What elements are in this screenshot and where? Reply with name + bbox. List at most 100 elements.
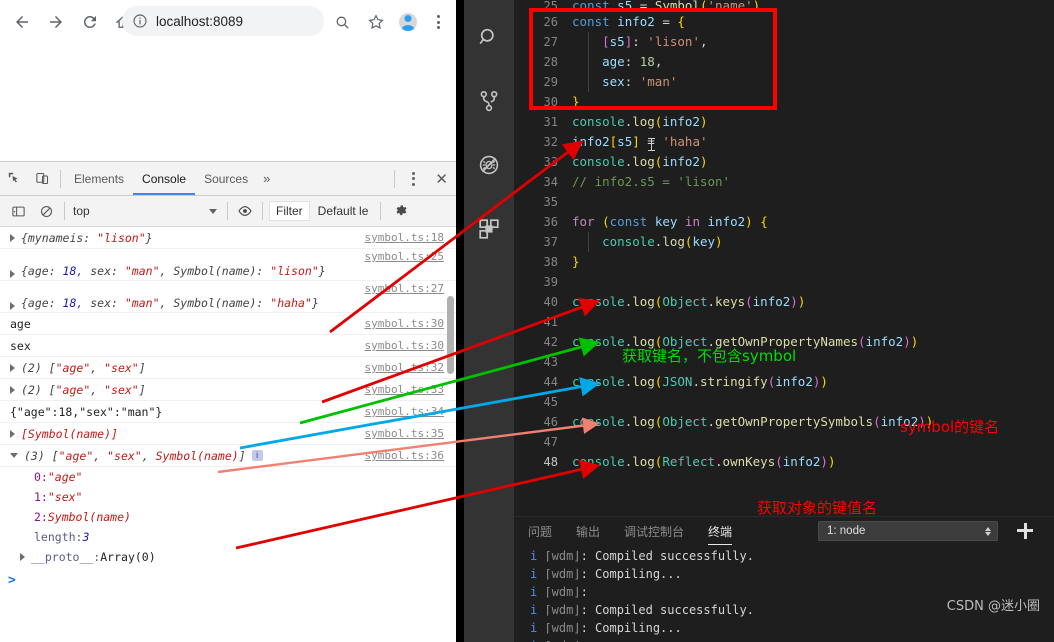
code-annotation-text: symbol的键名 (900, 418, 1000, 436)
expand-triangle-icon[interactable] (10, 363, 15, 372)
panel-tab-terminal[interactable]: 终端 (708, 517, 733, 547)
code-line[interactable]: 37 console.log(key) (514, 232, 1054, 252)
device-toolbar-button[interactable] (28, 166, 56, 192)
expand-triangle-icon[interactable] (10, 302, 15, 310)
back-button[interactable] (6, 6, 38, 38)
info-circle-icon[interactable] (132, 13, 148, 29)
code-line[interactable]: 36 for (const key in info2) { (514, 212, 1054, 232)
code-line[interactable]: 33 console.log(info2) (514, 152, 1054, 172)
terminal-select[interactable]: 1: node (818, 521, 998, 541)
activity-run-debug[interactable] (464, 140, 514, 190)
devtools-settings-button[interactable] (389, 201, 415, 221)
inspect-element-button[interactable] (0, 166, 28, 192)
panel-tab-output[interactable]: 输出 (576, 517, 600, 547)
console-source-link[interactable]: symbol.ts:30 (365, 339, 444, 352)
devtools-close-button[interactable]: ✕ (427, 170, 456, 188)
code-line[interactable]: 32 info2[s5] = 'haha' (514, 132, 1054, 152)
profile-button[interactable] (394, 8, 422, 36)
address-bar[interactable]: localhost:8089 (122, 6, 324, 36)
token: // info2.s5 = 'lison' (572, 174, 731, 189)
code-line[interactable]: 34 // info2.s5 = 'lison' (514, 172, 1054, 192)
console-row[interactable]: {age: 18, sex: "man", Symbol(name): "lis… (0, 249, 456, 281)
tab-sources[interactable]: Sources (195, 163, 257, 195)
child-value: 3 (82, 530, 90, 544)
reload-button[interactable] (74, 6, 106, 38)
browser-menu-button[interactable] (424, 8, 452, 36)
console-row[interactable]: {mynameis: "lison"} symbol.ts:18 (0, 227, 456, 249)
terminal-text: : Compiled successfully. (580, 549, 754, 563)
console-row[interactable]: {"age":18,"sex":"man"} symbol.ts:34 (0, 401, 456, 423)
console-child-row[interactable]: 1: "sex" (0, 487, 456, 507)
clear-console-icon (40, 205, 52, 217)
console-source-link[interactable]: symbol.ts:35 (365, 427, 444, 440)
token: info2 (572, 134, 610, 149)
token: "age" (55, 360, 91, 375)
console-child-row[interactable]: 0: "age" (0, 467, 456, 487)
tab-console[interactable]: Console (133, 163, 196, 195)
expand-triangle-icon[interactable] (20, 553, 25, 561)
console-row-text: {age: 18, sex: "man", Symbol(name): "hah… (21, 296, 319, 310)
console-scrollbar[interactable] (447, 296, 454, 374)
console-output[interactable]: {mynameis: "lison"} symbol.ts:18 {age: 18,… (0, 227, 456, 642)
filter-input[interactable]: Filter (269, 201, 310, 221)
code-editor[interactable]: 25 const s5 = Symbol('name') 26 const info2… (514, 0, 1054, 516)
zoom-search-button[interactable] (326, 6, 358, 38)
console-source-link[interactable]: symbol.ts:32 (365, 361, 444, 374)
console-row[interactable]: {age: 18, sex: "man", Symbol(name): "hah… (0, 281, 456, 313)
more-tabs-button[interactable]: » (257, 171, 276, 186)
code-line[interactable]: 40 console.log(Object.keys(info2)) (514, 292, 1054, 312)
console-row[interactable]: (2) ["age", "sex"] symbol.ts:33 (0, 379, 456, 401)
console-source-link[interactable]: symbol.ts:33 (365, 383, 444, 396)
code-line[interactable]: 31 console.log(info2) (514, 112, 1054, 132)
console-row[interactable]: [Symbol(name)] symbol.ts:35 (0, 423, 456, 445)
console-row[interactable]: (3) ["age", "sex", Symbol(name)] i symbol.… (0, 445, 456, 467)
token: ownKeys (722, 454, 776, 469)
console-child-row[interactable]: 2: Symbol(name) (0, 507, 456, 527)
activity-source-control[interactable] (464, 76, 514, 126)
console-source-link[interactable]: symbol.ts:30 (365, 317, 444, 330)
expand-triangle-icon[interactable] (10, 233, 15, 242)
tab-elements[interactable]: Elements (65, 163, 133, 195)
code-line[interactable]: 44 console.log(JSON.stringify(info2)) (514, 372, 1054, 392)
token: for (572, 214, 595, 229)
code-line[interactable]: 39 (514, 272, 1054, 292)
console-sidebar-button[interactable] (4, 198, 32, 224)
token: const (609, 214, 648, 229)
log-levels-select[interactable]: Default le (318, 204, 376, 218)
console-source-link[interactable]: symbol.ts:25 (365, 250, 444, 263)
console-row[interactable]: sex symbol.ts:30 (0, 335, 456, 357)
code-line[interactable]: 38} (514, 252, 1054, 272)
console-source-link[interactable]: symbol.ts:18 (365, 231, 444, 244)
bookmark-button[interactable] (360, 6, 392, 38)
panel-tab-problems[interactable]: 问题 (528, 517, 552, 547)
expand-triangle-icon[interactable] (10, 385, 15, 394)
panel-tab-debug-console[interactable]: 调试控制台 (624, 517, 684, 547)
code-line[interactable]: 35 (514, 192, 1054, 212)
activity-extensions[interactable] (464, 204, 514, 254)
token: info2 (707, 214, 746, 229)
console-source-link[interactable]: symbol.ts:27 (365, 282, 444, 295)
clear-console-button[interactable] (32, 198, 60, 224)
live-expression-button[interactable] (232, 201, 258, 221)
code-line[interactable]: 45 (514, 392, 1054, 412)
console-row[interactable]: (2) ["age", "sex"] symbol.ts:32 (0, 357, 456, 379)
console-source-link[interactable]: symbol.ts:36 (365, 449, 444, 462)
token: , (90, 382, 105, 397)
expand-triangle-icon[interactable] (10, 270, 15, 278)
forward-button[interactable] (40, 6, 72, 38)
console-child-row[interactable]: __proto__: Array(0) (0, 547, 456, 567)
info-chip-icon[interactable]: i (251, 450, 263, 461)
console-row[interactable]: age symbol.ts:30 (0, 313, 456, 335)
new-terminal-button[interactable] (1016, 522, 1034, 540)
code-line[interactable]: 41 (514, 312, 1054, 332)
code-line[interactable]: 48 console.log(Reflect.ownKeys(info2)) (514, 452, 1054, 472)
collapse-triangle-icon[interactable] (10, 453, 18, 458)
console-prompt[interactable]: > (0, 567, 456, 593)
activity-search[interactable] (464, 12, 514, 62)
devtools-menu-button[interactable] (399, 165, 427, 193)
console-child-row[interactable]: length: 3 (0, 527, 456, 547)
expand-triangle-icon[interactable] (10, 429, 15, 438)
execution-context-select[interactable]: top (73, 201, 223, 221)
console-source-link[interactable]: symbol.ts:34 (365, 405, 444, 418)
